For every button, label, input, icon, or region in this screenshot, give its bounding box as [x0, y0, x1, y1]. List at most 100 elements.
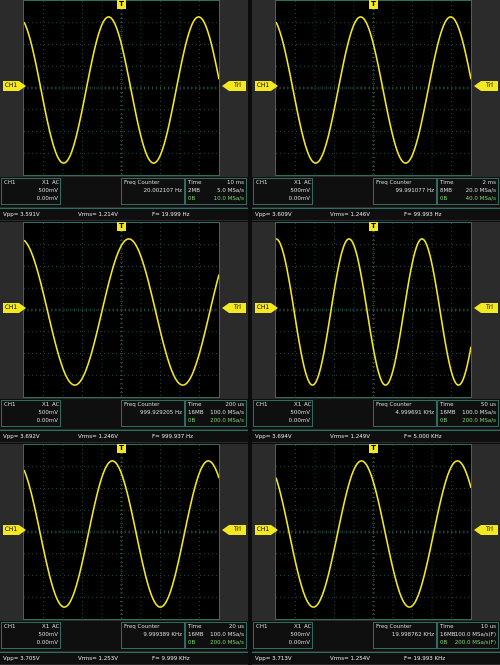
volts-per-div: 500mV — [38, 410, 58, 416]
channel-info-box[interactable]: CH1 X1 AC 500mV 0.00mV — [253, 400, 313, 427]
channel-info-box[interactable]: CH1 X1 AC 500mV 0.00mV — [1, 178, 61, 205]
arrow-left-icon — [474, 81, 481, 91]
timebase-value: 10 ms — [227, 180, 244, 186]
vrms-measurement: Vrms= 1.249V — [330, 434, 371, 440]
trigger-position-marker[interactable]: T — [117, 444, 126, 453]
arrow-left-icon — [222, 303, 229, 313]
freq-counter-value: 99.991077 Hz — [395, 188, 434, 194]
vertical-offset: 0.00mV — [288, 640, 310, 646]
volts-per-div: 500mV — [290, 632, 310, 638]
trigger-position-marker[interactable]: T — [369, 222, 378, 231]
arrow-left-icon — [474, 525, 481, 535]
waveform-graticule — [276, 445, 471, 619]
coupling: AC — [52, 624, 60, 630]
scope-capture-panel: T CH1 Trl CH1 X1 AC 500mV 0.00mV Freq Co… — [252, 222, 500, 443]
arrow-right-icon — [271, 81, 278, 91]
scope-capture-panel: T CH1 Trl CH1 X1 AC 500mV 0.00mV Freq Co… — [252, 444, 500, 665]
channel-info-box[interactable]: CH1 X1 AC 500mV 0.00mV — [253, 622, 313, 649]
time-label: Time — [188, 402, 202, 408]
freq-counter-label: Freq Counter — [124, 402, 160, 408]
freq-counter-box[interactable]: Freq Counter 999.929205 Hz — [121, 400, 185, 427]
timebase-box[interactable]: Time 20 us 16MB 100.0 MSa/s 0B 200.0 MSa… — [185, 622, 247, 649]
info-bar: CH1 X1 AC 500mV 0.00mV Freq Counter 99.9… — [252, 177, 500, 207]
probe-ratio: X1 — [294, 180, 302, 186]
info-bar: CH1 X1 AC 500mV 0.00mV Freq Counter 4.99… — [252, 399, 500, 429]
channel-info-box[interactable]: CH1 X1 AC 500mV 0.00mV — [1, 400, 61, 427]
status-value: 0B — [440, 640, 448, 646]
sample-rate: 5.0 MSa/s — [217, 188, 244, 194]
waveform-graticule — [24, 1, 219, 175]
sample-rate-secondary: 10.0 MSa/s — [213, 196, 244, 202]
measurement-bar: Vpp= 3.713V Vrms= 1.254V F= 19.993 KHz — [252, 652, 500, 664]
waveform-graticule — [276, 1, 471, 175]
freq-counter-box[interactable]: Freq Counter 9.999389 KHz — [121, 622, 185, 649]
info-bar: CH1 X1 AC 500mV 0.00mV Freq Counter 20.0… — [0, 177, 248, 207]
scope-capture-panel: T CH1 Trl CH1 X1 AC 500mV 0.00mV Freq Co… — [252, 0, 500, 221]
coupling: AC — [52, 180, 60, 186]
probe-ratio: X1 — [42, 402, 50, 408]
arrow-right-icon — [271, 525, 278, 535]
memory-depth: 16MB — [440, 632, 456, 638]
vertical-offset: 0.00mV — [36, 640, 58, 646]
timebase-box[interactable]: Time 2 ms 8MB 20.0 MSa/s 0B 40.0 MSa/s — [437, 178, 499, 205]
freq-counter-box[interactable]: Freq Counter 20.002107 Hz — [121, 178, 185, 205]
waveform-screen — [275, 444, 472, 620]
freq-counter-box[interactable]: Freq Counter 99.991077 Hz — [373, 178, 437, 205]
arrow-left-icon — [474, 303, 481, 313]
vpp-measurement: Vpp= 3.694V — [255, 434, 292, 440]
freq-counter-value: 19.998762 KHz — [391, 632, 434, 638]
trigger-position-marker[interactable]: T — [117, 222, 126, 231]
arrow-right-icon — [19, 81, 26, 91]
info-bar: CH1 X1 AC 500mV 0.00mV Freq Counter 999.… — [0, 399, 248, 429]
status-value: 0B — [188, 418, 196, 424]
volts-per-div: 500mV — [38, 188, 58, 194]
timebase-value: 10 us — [480, 624, 496, 630]
sample-rate: 20.0 MSa/s — [465, 188, 496, 194]
trigger-marker-label: Trl — [481, 303, 498, 313]
scope-capture-panel: T CH1 Trl CH1 X1 AC 500mV 0.00mV Freq Co… — [0, 222, 248, 443]
freq-counter-label: Freq Counter — [376, 402, 412, 408]
volts-per-div: 500mV — [38, 632, 58, 638]
trigger-position-marker[interactable]: T — [369, 0, 378, 9]
trigger-position-marker[interactable]: T — [117, 0, 126, 9]
freq-counter-value: 9.999389 KHz — [143, 632, 182, 638]
vertical-offset: 0.00mV — [36, 196, 58, 202]
arrow-left-icon — [222, 525, 229, 535]
timebase-box[interactable]: Time 10 us 16MB 100.0 MSa/s(F) 0B 200.0 … — [437, 622, 499, 649]
volts-per-div: 500mV — [290, 188, 310, 194]
measurement-bar: Vpp= 3.705V Vrms= 1.253V F= 9.999 KHz — [0, 652, 248, 664]
sample-rate-secondary: 200.0 MSa/s — [210, 418, 244, 424]
freq-counter-box[interactable]: Freq Counter 19.998762 KHz — [373, 622, 437, 649]
channel-name: CH1 — [4, 402, 16, 408]
time-label: Time — [188, 180, 202, 186]
arrow-left-icon — [222, 81, 229, 91]
probe-ratio: X1 — [294, 624, 302, 630]
vrms-measurement: Vrms= 1.246V — [330, 212, 371, 218]
vpp-measurement: Vpp= 3.713V — [255, 656, 292, 662]
status-value: 0B — [440, 196, 448, 202]
channel-info-box[interactable]: CH1 X1 AC 500mV 0.00mV — [1, 622, 61, 649]
timebase-box[interactable]: Time 200 us 16MB 100.0 MSa/s 0B 200.0 MS… — [185, 400, 247, 427]
sample-rate-secondary: 200.0 MSa/s(F) — [454, 640, 496, 646]
channel-name: CH1 — [4, 180, 16, 186]
vpp-measurement: Vpp= 3.609V — [255, 212, 292, 218]
channel-info-box[interactable]: CH1 X1 AC 500mV 0.00mV — [253, 178, 313, 205]
timebase-box[interactable]: Time 10 ms 2MB 5.0 MSa/s 0B 10.0 MSa/s — [185, 178, 247, 205]
coupling: AC — [52, 402, 60, 408]
freq-counter-value: 4.999691 KHz — [395, 410, 434, 416]
freq-counter-box[interactable]: Freq Counter 4.999691 KHz — [373, 400, 437, 427]
sample-rate-secondary: 200.0 MSa/s — [462, 418, 496, 424]
status-value: 0B — [188, 640, 196, 646]
vrms-measurement: Vrms= 1.254V — [330, 656, 371, 662]
vertical-offset: 0.00mV — [288, 418, 310, 424]
channel-name: CH1 — [256, 624, 268, 630]
freq-counter-value: 999.929205 Hz — [139, 410, 182, 416]
freq-counter-value: 20.002107 Hz — [143, 188, 182, 194]
info-bar: CH1 X1 AC 500mV 0.00mV Freq Counter 9.99… — [0, 621, 248, 651]
trigger-marker-label: Trl — [229, 81, 246, 91]
timebase-value: 200 us — [225, 402, 244, 408]
timebase-box[interactable]: Time 50 us 16MB 100.0 MSa/s 0B 200.0 MSa… — [437, 400, 499, 427]
waveform-graticule — [24, 445, 219, 619]
trigger-position-marker[interactable]: T — [369, 444, 378, 453]
waveform-screen — [23, 222, 220, 398]
